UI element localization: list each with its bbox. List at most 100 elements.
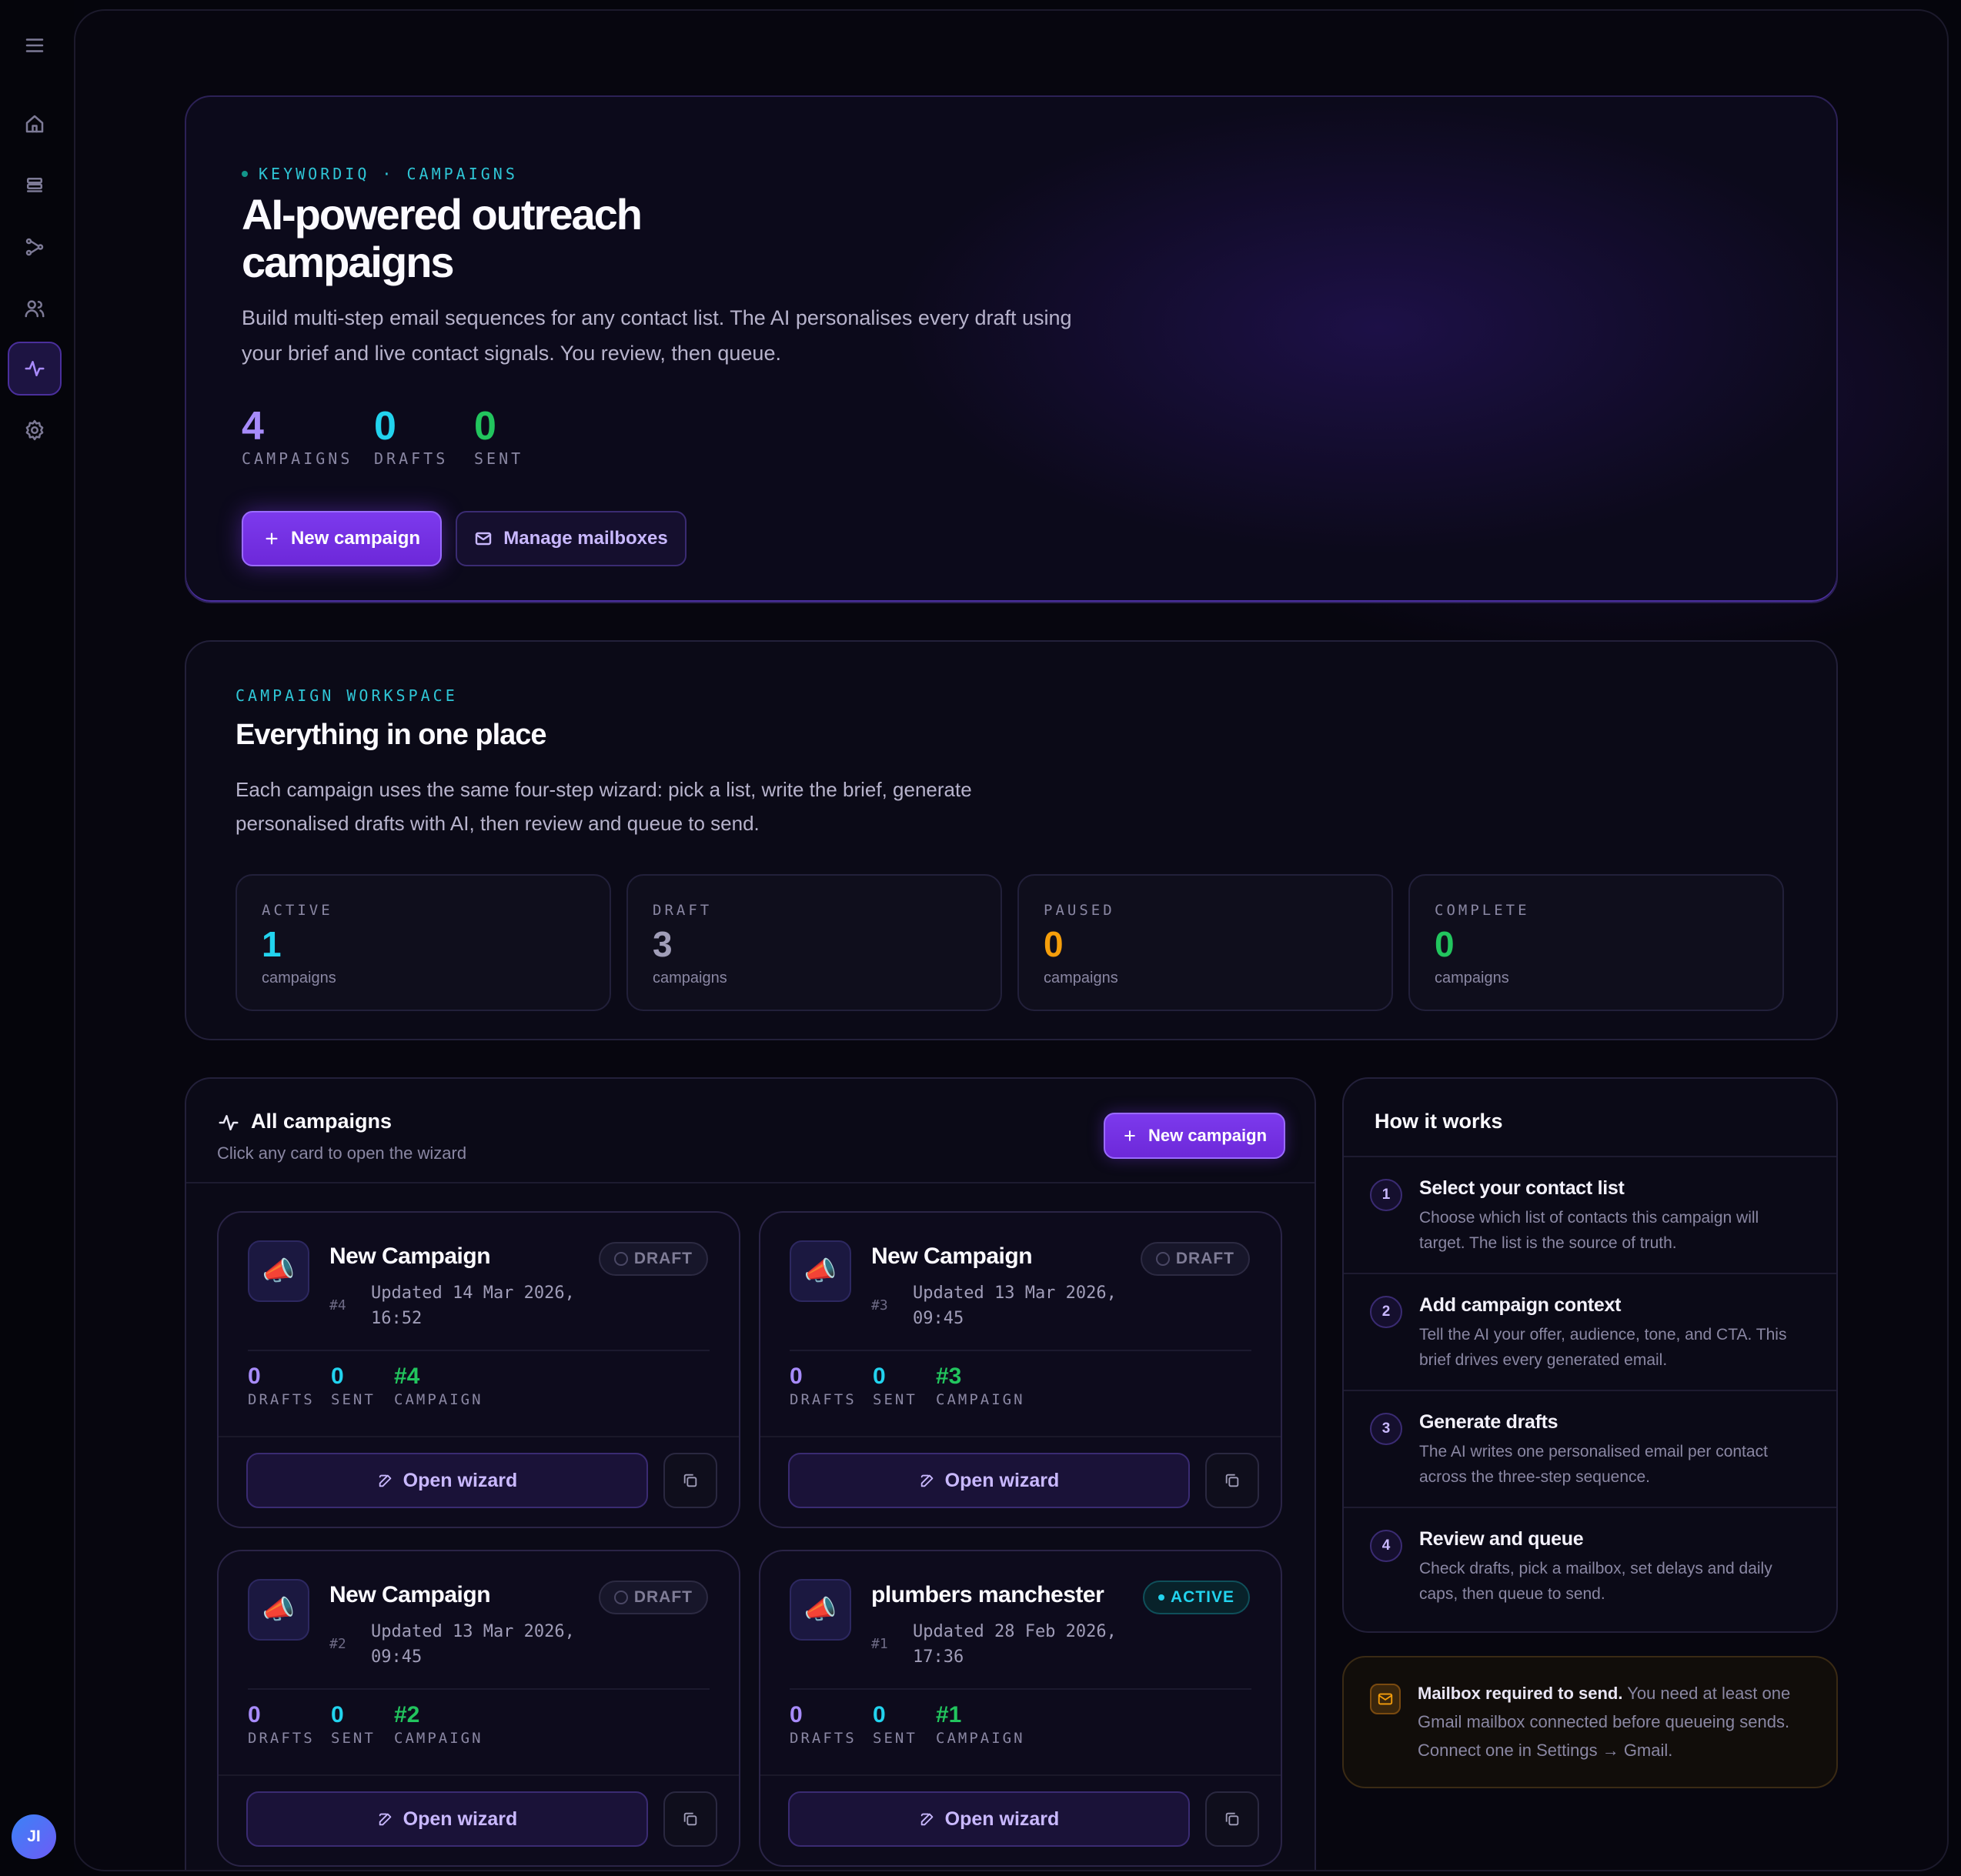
hero-description: Build multi-step email sequences for any… (242, 306, 1072, 365)
status-complete-card: COMPLETE 0 campaigns (1408, 874, 1784, 1011)
status-label: COMPLETE (1435, 902, 1530, 919)
open-wizard-button[interactable]: Open wizard (788, 1453, 1190, 1508)
megaphone-icon: 📣 (790, 1579, 851, 1641)
divider (760, 1774, 1281, 1776)
status-draft-card: DRAFT 3 campaigns (626, 874, 1002, 1011)
metric-value: 0 (790, 1364, 803, 1389)
metric-value: #4 (394, 1364, 420, 1389)
all-campaigns-panel: All campaigns Click any card to open the… (185, 1077, 1316, 1870)
open-wizard-button[interactable]: Open wizard (246, 1453, 648, 1508)
new-campaign-button[interactable]: New campaign (242, 511, 442, 566)
home-icon[interactable] (8, 97, 62, 151)
metric-label: SENT (331, 1730, 376, 1747)
campaign-card[interactable]: 📣 New Campaign #4 Updated 14 Mar 2026, 1… (217, 1211, 740, 1528)
metric-label: DRAFTS (248, 1730, 315, 1747)
megaphone-icon: 📣 (248, 1240, 309, 1302)
notice-text: Mailbox required to send. You need at le… (1418, 1679, 1818, 1764)
how-it-works-title: How it works (1375, 1110, 1503, 1133)
workflow-icon[interactable] (8, 220, 62, 274)
metric-drafts: 0 DRAFTS (790, 1364, 857, 1408)
metric-value: 0 (248, 1364, 261, 1389)
step-description: Tell the AI your offer, audience, tone, … (1419, 1326, 1787, 1369)
mail-warning-icon (1370, 1684, 1401, 1714)
step-description: Choose which list of contacts this campa… (1419, 1209, 1759, 1252)
step-title: Review and queue (1419, 1528, 1584, 1550)
stat-drafts: 0 DRAFTS (374, 405, 448, 468)
open-wizard-button[interactable]: Open wizard (246, 1791, 648, 1847)
plus-icon (266, 532, 278, 545)
edit-icon (920, 1474, 934, 1487)
campaign-id: #1 (871, 1636, 888, 1652)
campaign-card[interactable]: 📣 New Campaign #2 Updated 13 Mar 2026, 0… (217, 1550, 740, 1867)
megaphone-icon: 📣 (790, 1240, 851, 1302)
status-sub: campaigns (1435, 970, 1509, 986)
metric-label: DRAFTS (248, 1391, 315, 1408)
metric-label: DRAFTS (790, 1730, 857, 1747)
step-1: 1 Select your contact list Choose which … (1344, 1157, 1836, 1273)
settings-gear-icon[interactable] (8, 403, 62, 457)
step-description: The AI writes one personalised email per… (1419, 1443, 1768, 1486)
divider (760, 1436, 1281, 1437)
menu-icon[interactable] (8, 18, 62, 72)
campaign-name: New Campaign (329, 1243, 491, 1269)
metric-sent: 0 SENT (873, 1702, 917, 1747)
manage-mailboxes-button[interactable]: Manage mailboxes (456, 511, 687, 566)
campaign-updated: Updated 13 Mar 2026, 09:45 (371, 1622, 575, 1667)
mailbox-required-notice: Mailbox required to send. You need at le… (1342, 1656, 1838, 1788)
draft-ring-icon (613, 1252, 628, 1266)
metric-drafts: 0 DRAFTS (248, 1702, 315, 1747)
status-badge: DRAFT (598, 1242, 708, 1276)
campaign-workspace-card: CAMPAIGN WORKSPACE Everything in one pla… (185, 640, 1838, 1040)
open-wizard-label: Open wizard (403, 1469, 518, 1491)
duplicate-button[interactable] (663, 1453, 717, 1508)
contacts-icon[interactable] (8, 282, 62, 335)
status-count: 3 (653, 924, 673, 964)
duplicate-button[interactable] (1205, 1453, 1259, 1508)
how-it-works-panel: How it works 1 Select your contact list … (1342, 1077, 1838, 1633)
step-2: 2 Add campaign context Tell the AI your … (1344, 1274, 1836, 1390)
campaigns-activity-icon[interactable] (8, 342, 62, 396)
sidebar: JI (0, 0, 74, 1876)
new-campaign-button-secondary[interactable]: New campaign (1104, 1113, 1285, 1159)
lists-icon[interactable] (8, 159, 62, 212)
open-wizard-button[interactable]: Open wizard (788, 1791, 1190, 1847)
edit-icon (920, 1813, 934, 1826)
duplicate-button[interactable] (1205, 1791, 1259, 1847)
campaign-name: New Campaign (329, 1582, 491, 1607)
status-count: 1 (262, 924, 282, 964)
metric-label: SENT (873, 1730, 917, 1747)
status-badge-text: ACTIVE (1170, 1588, 1234, 1606)
workspace-description: Each campaign uses the same four-step wi… (236, 778, 972, 835)
status-badge-text: DRAFT (633, 1588, 693, 1606)
divider (219, 1436, 739, 1437)
hero-card: KEYWORDIQ · CAMPAIGNS AI-powered outreac… (185, 95, 1838, 603)
step-description: Check drafts, pick a mailbox, set delays… (1419, 1560, 1772, 1603)
stat-campaigns: 4 CAMPAIGNS (242, 405, 352, 468)
status-sub: campaigns (653, 970, 727, 986)
campaign-card[interactable]: 📣 plumbers manchester #1 Updated 28 Feb … (759, 1550, 1282, 1867)
avatar[interactable]: JI (12, 1814, 56, 1859)
status-count: 0 (1044, 924, 1064, 964)
metric-value: 0 (790, 1702, 803, 1727)
open-wizard-label: Open wizard (403, 1808, 518, 1830)
campaign-card[interactable]: 📣 New Campaign #3 Updated 13 Mar 2026, 0… (759, 1211, 1282, 1528)
metric-sent: 0 SENT (331, 1364, 376, 1408)
metric-campaign: #4 CAMPAIGN (394, 1364, 483, 1408)
workspace-title: Everything in one place (236, 719, 547, 751)
divider (790, 1688, 1251, 1690)
notice-bold: Mailbox required to send. (1418, 1684, 1623, 1703)
status-active-card: ACTIVE 1 campaigns (236, 874, 611, 1011)
stat-value: 0 (474, 404, 496, 449)
workspace-eyebrow: CAMPAIGN WORKSPACE (236, 686, 458, 705)
all-campaigns-title: All campaigns (251, 1110, 393, 1133)
metric-campaign: #2 CAMPAIGN (394, 1702, 483, 1747)
status-paused-card: PAUSED 0 campaigns (1017, 874, 1393, 1011)
status-badge: DRAFT (1140, 1242, 1250, 1276)
metric-label: CAMPAIGN (394, 1730, 483, 1747)
divider (790, 1350, 1251, 1351)
step-number: 1 (1370, 1179, 1402, 1211)
duplicate-button[interactable] (663, 1791, 717, 1847)
status-sub: campaigns (1044, 970, 1118, 986)
stat-label: SENT (474, 449, 524, 468)
divider (219, 1774, 739, 1776)
